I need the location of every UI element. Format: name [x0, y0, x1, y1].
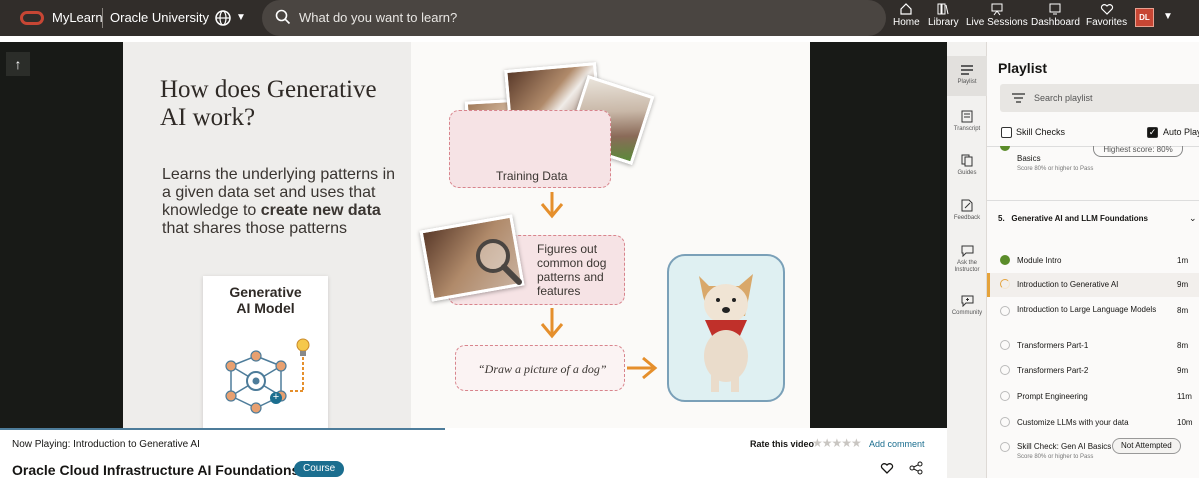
previous-item-title[interactable]: Basics	[1017, 154, 1041, 163]
oracle-logo-icon[interactable]	[20, 11, 44, 25]
brand-divider	[102, 8, 103, 28]
rail-guides[interactable]: Guides	[947, 154, 987, 177]
list-item[interactable]: Customize LLMs with your data 10m	[987, 414, 1199, 434]
feedback-icon	[961, 199, 973, 212]
filter-icon	[1012, 93, 1025, 103]
nav-favorites[interactable]: Favorites	[1086, 2, 1127, 28]
neural-network-icon	[225, 350, 287, 414]
community-icon	[961, 295, 973, 307]
rail-transcript[interactable]: Transcript	[947, 110, 987, 133]
ask-instructor-icon	[961, 245, 973, 257]
list-item[interactable]: Transformers Part-2 9m	[987, 362, 1199, 382]
list-item[interactable]: Module Intro 1m	[987, 251, 1199, 271]
list-item[interactable]: Transformers Part-1 8m	[987, 337, 1199, 357]
heart-icon	[1100, 4, 1113, 15]
globe-icon[interactable]	[214, 9, 232, 27]
generated-dog-image	[699, 274, 753, 392]
not-started-icon	[1000, 417, 1010, 427]
avatar[interactable]: DL	[1135, 8, 1154, 27]
completed-check-icon	[1000, 255, 1010, 265]
not-started-icon	[1000, 340, 1010, 350]
search-placeholder: What do you want to learn?	[299, 10, 458, 25]
in-progress-icon	[1000, 279, 1010, 289]
list-item-current[interactable]: Introduction to Generative AI 9m	[987, 273, 1199, 297]
video-slide[interactable]: How does Generative AI work? Learns the …	[123, 42, 810, 428]
nav-live-sessions[interactable]: Live Sessions	[966, 2, 1028, 28]
arrow-down-1	[540, 192, 564, 219]
highest-score-badge: Highest score: 80%	[1093, 146, 1183, 157]
search-input[interactable]: What do you want to learn?	[262, 0, 886, 36]
dashboard-icon	[1049, 3, 1061, 15]
prompt-box: “Draw a picture of a dog”	[455, 345, 625, 391]
rail-ask-instructor[interactable]: Ask the Instructor	[947, 245, 987, 274]
arrow-down-2	[540, 308, 564, 339]
transcript-icon	[961, 110, 973, 123]
nav-library[interactable]: Library	[928, 2, 959, 28]
playlist-icon	[961, 65, 973, 75]
slide-body: Learns the underlying patterns in a give…	[162, 166, 396, 237]
auto-play-checkbox[interactable]: ✓	[1147, 127, 1158, 138]
add-comment-link[interactable]: Add comment	[869, 439, 925, 449]
magnifier-icon	[476, 239, 522, 285]
scroll-up-button[interactable]: ↑	[6, 52, 30, 76]
top-bar: MyLearn Oracle University ▼ What do you …	[0, 0, 1199, 36]
rate-label: Rate this video	[750, 439, 815, 449]
not-started-icon	[1000, 365, 1010, 375]
lightbulb-icon	[288, 338, 310, 392]
slide-title: How does Generative AI work?	[160, 76, 377, 131]
list-item[interactable]: Introduction to Large Language Models 8m	[987, 302, 1199, 328]
nav-home[interactable]: Home	[893, 2, 920, 28]
plus-node-icon: +	[270, 392, 282, 404]
rating-stars[interactable]: ★★★★★	[812, 436, 862, 450]
previous-item-subtitle: Score 80% or higher to Pass	[1017, 166, 1094, 172]
library-icon	[937, 3, 949, 15]
playlist-title: Playlist	[998, 60, 1048, 76]
search-icon	[275, 9, 291, 25]
previous-item-status-icon	[1000, 146, 1010, 151]
share-icon[interactable]	[909, 461, 923, 475]
guides-icon	[961, 154, 973, 167]
playlist-panel: Playlist Search playlist Skill Checks ✓ …	[987, 42, 1199, 478]
rail-community[interactable]: Community	[947, 295, 987, 317]
generative-ai-model-card: Generative AI Model +	[203, 276, 328, 428]
skill-checks-checkbox[interactable]	[1001, 127, 1012, 138]
training-data-box: Training Data	[449, 110, 611, 188]
brand-oracle-university[interactable]: Oracle University	[110, 10, 209, 25]
section-collapse-icon[interactable]: ⌄	[1189, 213, 1197, 224]
live-sessions-icon	[991, 3, 1003, 16]
not-attempted-badge: Not Attempted	[1112, 438, 1181, 454]
auto-play-label: Auto Play	[1163, 127, 1199, 137]
course-badge: Course	[294, 461, 345, 477]
course-title: Oracle Cloud Infrastructure AI Foundatio…	[12, 462, 300, 478]
skill-checks-label: Skill Checks	[1016, 127, 1066, 137]
now-playing-text: Now Playing: Introduction to Generative …	[12, 439, 200, 450]
video-progress-bar[interactable]	[0, 428, 446, 430]
generated-dog-frame	[667, 254, 785, 402]
arrow-right	[627, 356, 658, 380]
favorite-heart-icon[interactable]	[880, 461, 894, 475]
list-item[interactable]: Prompt Engineering 11m	[987, 388, 1199, 408]
playlist-search-input[interactable]: Search playlist	[1000, 84, 1199, 112]
not-started-icon	[1000, 306, 1010, 316]
rail-playlist[interactable]: Playlist	[947, 56, 987, 96]
nav-dashboard[interactable]: Dashboard	[1031, 2, 1080, 28]
rail-feedback[interactable]: Feedback	[947, 199, 987, 222]
now-playing-bar: Now Playing: Introduction to Generative …	[0, 428, 947, 478]
brand-mylearn[interactable]: MyLearn	[52, 10, 103, 25]
account-caret-icon[interactable]: ▼	[1163, 11, 1173, 22]
not-started-icon	[1000, 442, 1010, 452]
skill-check-subtitle: Score 80% or higher to Pass	[1017, 454, 1094, 460]
side-rail: Playlist Transcript Guides Feedback Ask …	[947, 42, 987, 478]
language-caret-icon[interactable]: ▼	[236, 12, 246, 23]
section-header[interactable]: 5. Generative AI and LLM Foundations	[998, 214, 1148, 223]
home-icon	[900, 3, 912, 15]
not-started-icon	[1000, 391, 1010, 401]
